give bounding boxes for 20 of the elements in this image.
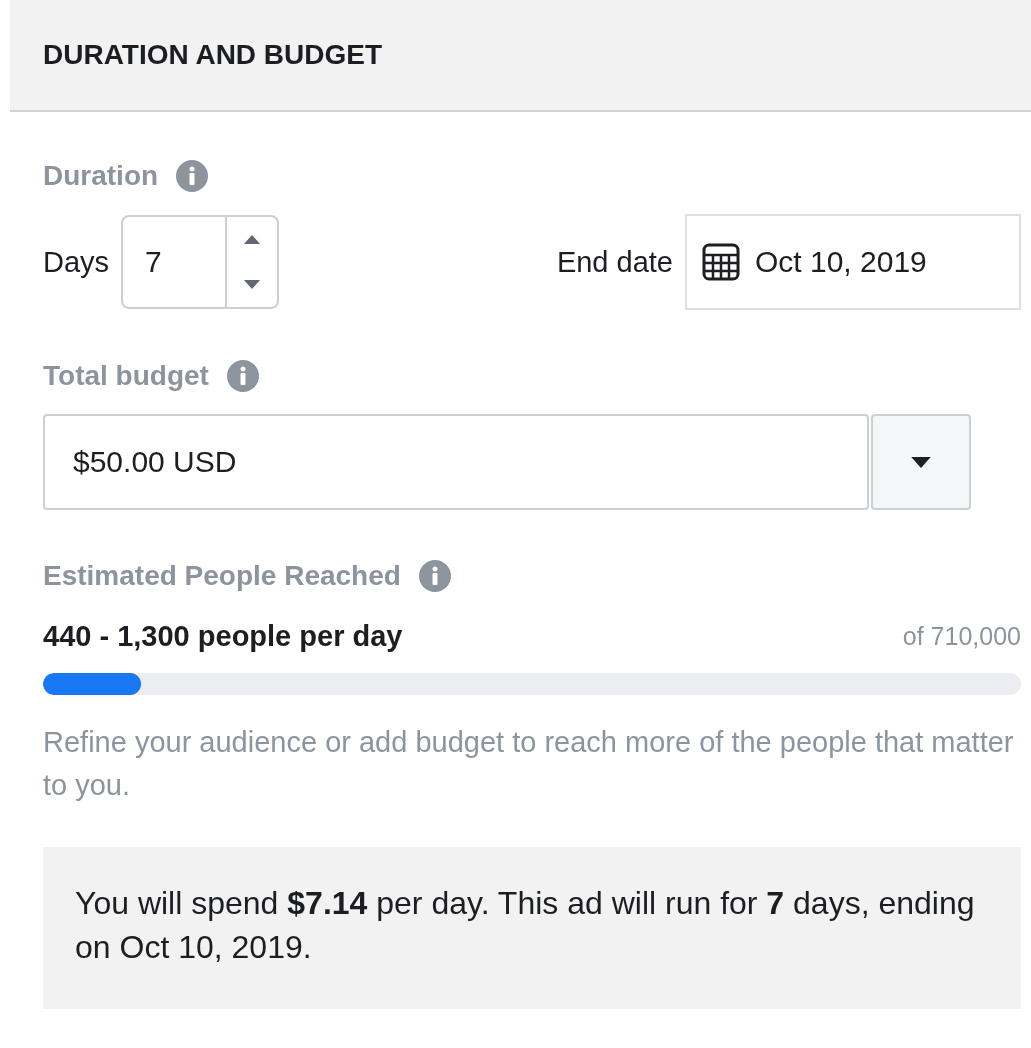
end-date-field[interactable]: Oct 10, 2019 [685, 214, 1021, 310]
field-label: Total budget [43, 360, 209, 392]
reach-total: of 710,000 [902, 622, 1021, 651]
calendar-icon [701, 242, 741, 282]
days-field[interactable]: 7 [121, 215, 280, 309]
summary-text: You will spend $7.14 per day. This ad will run for 7 days, ending on Oct 10, 2019. [75, 885, 975, 965]
hint-text: Refine your audience or add budget to reach more of the people that matter to you. [43, 725, 1015, 803]
field-label: Duration [43, 160, 159, 192]
days-label: Days [43, 245, 110, 279]
end-date-label: End date [556, 245, 673, 279]
field-label: Estimated People Reached [43, 560, 401, 592]
caret-icon [910, 455, 932, 469]
budget-field[interactable]: $50.00 USD [43, 414, 869, 510]
reach-range: 440 - 1,300 people per day [43, 620, 403, 653]
info-icon[interactable] [418, 560, 451, 592]
section-title: DURATION AND BUDGET [43, 39, 383, 71]
down-arrow-icon[interactable] [243, 279, 262, 290]
info-icon[interactable] [176, 160, 209, 192]
up-arrow-icon[interactable] [243, 234, 262, 245]
info-icon[interactable] [226, 360, 259, 392]
